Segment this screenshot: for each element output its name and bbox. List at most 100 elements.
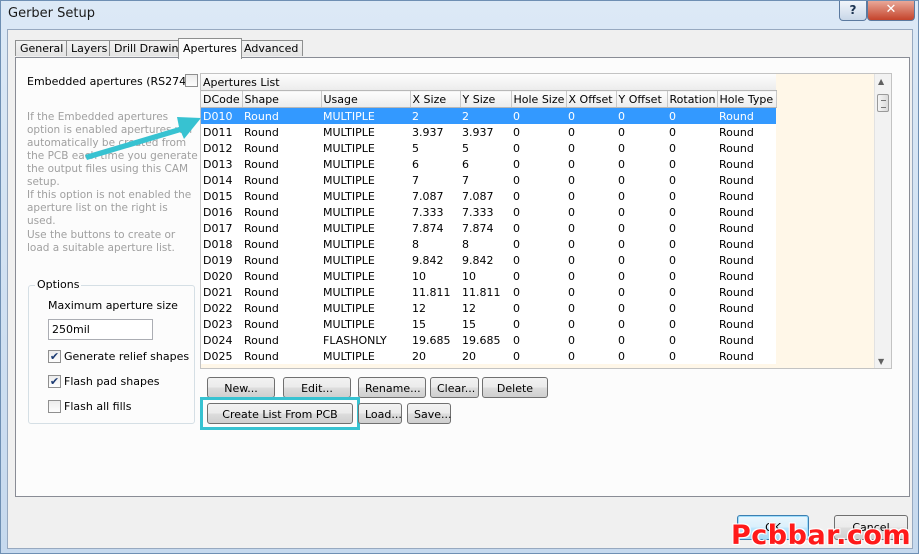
table-cell: 20 — [460, 348, 511, 364]
create-list-button[interactable]: Create List From PCB — [207, 403, 353, 424]
column-header-rotation[interactable]: Rotation — [667, 90, 718, 108]
table-cell: 6 — [460, 156, 511, 172]
table-row[interactable]: D020 Round MULTIPLE 10 10 0 0 0 0 Round — [201, 268, 776, 284]
table-cell: Round — [242, 107, 321, 124]
table-cell: 0 — [616, 156, 667, 172]
table-cell: 0 — [616, 252, 667, 268]
table-cell: 7.087 — [460, 188, 511, 204]
table-cell: 15 — [460, 316, 511, 332]
table-cell: Round — [717, 140, 776, 156]
help-icon: ? — [849, 3, 857, 17]
column-header-hole-size[interactable]: Hole Size — [511, 90, 567, 108]
table-cell: D011 — [201, 124, 242, 140]
table-cell: MULTIPLE — [321, 284, 410, 300]
tab-general[interactable]: General — [15, 40, 69, 56]
title-bar[interactable]: Gerber Setup ? ✕ — [1, 1, 918, 29]
table-cell: Round — [717, 156, 776, 172]
clear-button[interactable]: Clear... — [430, 377, 479, 398]
table-cell: 0 — [667, 140, 717, 156]
table-row[interactable]: D024 Round FLASHONLY 19.685 19.685 0 0 0 0 Round — [201, 332, 776, 348]
table-cell: D015 — [201, 188, 242, 204]
table-cell: 15 — [410, 316, 460, 332]
table-cell: 0 — [511, 236, 566, 252]
flash-fills-checkbox[interactable] — [48, 400, 61, 413]
table-cell: MULTIPLE — [321, 107, 410, 124]
scroll-up-icon[interactable]: ▲ — [878, 77, 884, 86]
column-header-dcode[interactable]: DCode — [201, 90, 243, 108]
table-row[interactable]: D025 Round MULTIPLE 20 20 0 0 0 0 Round — [201, 348, 776, 364]
table-row[interactable]: D010 Round MULTIPLE 2 2 0 0 0 0 Round — [201, 107, 776, 124]
flash-pad-checkbox[interactable]: ✔ — [48, 375, 61, 388]
column-header-y-offset[interactable]: Y Offset — [616, 90, 668, 108]
close-button[interactable]: ✕ — [867, 1, 915, 21]
table-row[interactable]: D011 Round MULTIPLE 3.937 3.937 0 0 0 0 Round — [201, 124, 776, 140]
scroll-thumb[interactable] — [877, 94, 889, 112]
table-cell: 19.685 — [410, 332, 460, 348]
table-cell: 0 — [616, 107, 667, 124]
table-cell: Round — [717, 300, 776, 316]
table-cell: Round — [242, 332, 321, 348]
column-header-y-size[interactable]: Y Size — [460, 90, 512, 108]
table-cell: MULTIPLE — [321, 220, 410, 236]
table-cell: D025 — [201, 348, 242, 364]
apertures-list-title: Apertures List — [201, 74, 776, 91]
column-header-x-size[interactable]: X Size — [410, 90, 461, 108]
save-button[interactable]: Save... — [407, 403, 452, 424]
column-header-usage[interactable]: Usage — [321, 90, 411, 108]
table-row[interactable]: D021 Round MULTIPLE 11.811 11.811 0 0 0 0 Round — [201, 284, 776, 300]
table-cell: 5 — [410, 140, 460, 156]
table-row[interactable]: D019 Round MULTIPLE 9.842 9.842 0 0 0 0 Round — [201, 252, 776, 268]
new-button[interactable]: New... — [207, 377, 275, 398]
table-cell: MULTIPLE — [321, 172, 410, 188]
max-aperture-size-input[interactable] — [48, 319, 153, 340]
relief-shapes-checkbox[interactable]: ✔ — [48, 350, 61, 363]
apertures-scrollbar[interactable]: ▲ ▼ — [874, 74, 891, 368]
table-cell: Round — [717, 348, 776, 364]
table-cell: D010 — [201, 107, 242, 124]
table-cell: 0 — [511, 107, 566, 124]
scroll-down-icon[interactable]: ▼ — [878, 357, 884, 366]
column-header-x-offset[interactable]: X Offset — [566, 90, 617, 108]
rename-button[interactable]: Rename... — [358, 377, 426, 398]
table-cell: D013 — [201, 156, 242, 172]
table-cell: 0 — [667, 124, 717, 140]
table-cell: 0 — [511, 156, 566, 172]
column-header-shape[interactable]: Shape — [242, 90, 322, 108]
table-row[interactable]: D022 Round MULTIPLE 12 12 0 0 0 0 Round — [201, 300, 776, 316]
table-row[interactable]: D015 Round MULTIPLE 7.087 7.087 0 0 0 0 Round — [201, 188, 776, 204]
table-row[interactable]: D013 Round MULTIPLE 6 6 0 0 0 0 Round — [201, 156, 776, 172]
table-cell: Round — [717, 236, 776, 252]
embedded-apertures-checkbox[interactable] — [185, 74, 198, 87]
tab-apertures[interactable]: Apertures — [178, 38, 242, 59]
table-row[interactable]: D023 Round MULTIPLE 15 15 0 0 0 0 Round — [201, 316, 776, 332]
table-cell: Round — [717, 220, 776, 236]
column-header-hole-type[interactable]: Hole Type — [717, 90, 777, 108]
table-cell: Round — [242, 316, 321, 332]
table-cell: D023 — [201, 316, 242, 332]
table-cell: MULTIPLE — [321, 188, 410, 204]
help-button[interactable]: ? — [839, 1, 867, 21]
table-cell: 0 — [616, 188, 667, 204]
table-cell: 0 — [667, 204, 717, 220]
table-cell: 5 — [460, 140, 511, 156]
table-row[interactable]: D016 Round MULTIPLE 7.333 7.333 0 0 0 0 Round — [201, 204, 776, 220]
table-row[interactable]: D012 Round MULTIPLE 5 5 0 0 0 0 Round — [201, 140, 776, 156]
table-cell: MULTIPLE — [321, 348, 410, 364]
table-row[interactable]: D017 Round MULTIPLE 7.874 7.874 0 0 0 0 Round — [201, 220, 776, 236]
table-cell: Round — [242, 172, 321, 188]
table-cell: 7 — [460, 172, 511, 188]
table-cell: 0 — [616, 220, 667, 236]
grip-icon — [881, 100, 886, 108]
tab-advanced[interactable]: Advanced — [239, 40, 304, 56]
table-row[interactable]: D014 Round MULTIPLE 7 7 0 0 0 0 Round — [201, 172, 776, 188]
load-button[interactable]: Load... — [358, 403, 402, 424]
table-cell: 7.333 — [410, 204, 460, 220]
delete-button[interactable]: Delete — [482, 377, 548, 398]
table-cell: 0 — [511, 252, 566, 268]
annotation-arrow — [85, 117, 201, 160]
column-header-row: DCode Shape Usage X Size Y Size Hole Size X Of… — [201, 90, 777, 108]
table-row[interactable]: D018 Round MULTIPLE 8 8 0 0 0 0 Round — [201, 236, 776, 252]
apertures-list[interactable]: Apertures List DCode Shape Usage X Size Y Si… — [200, 73, 892, 369]
edit-button[interactable]: Edit... — [283, 377, 351, 398]
tab-layers[interactable]: Layers — [66, 40, 113, 56]
